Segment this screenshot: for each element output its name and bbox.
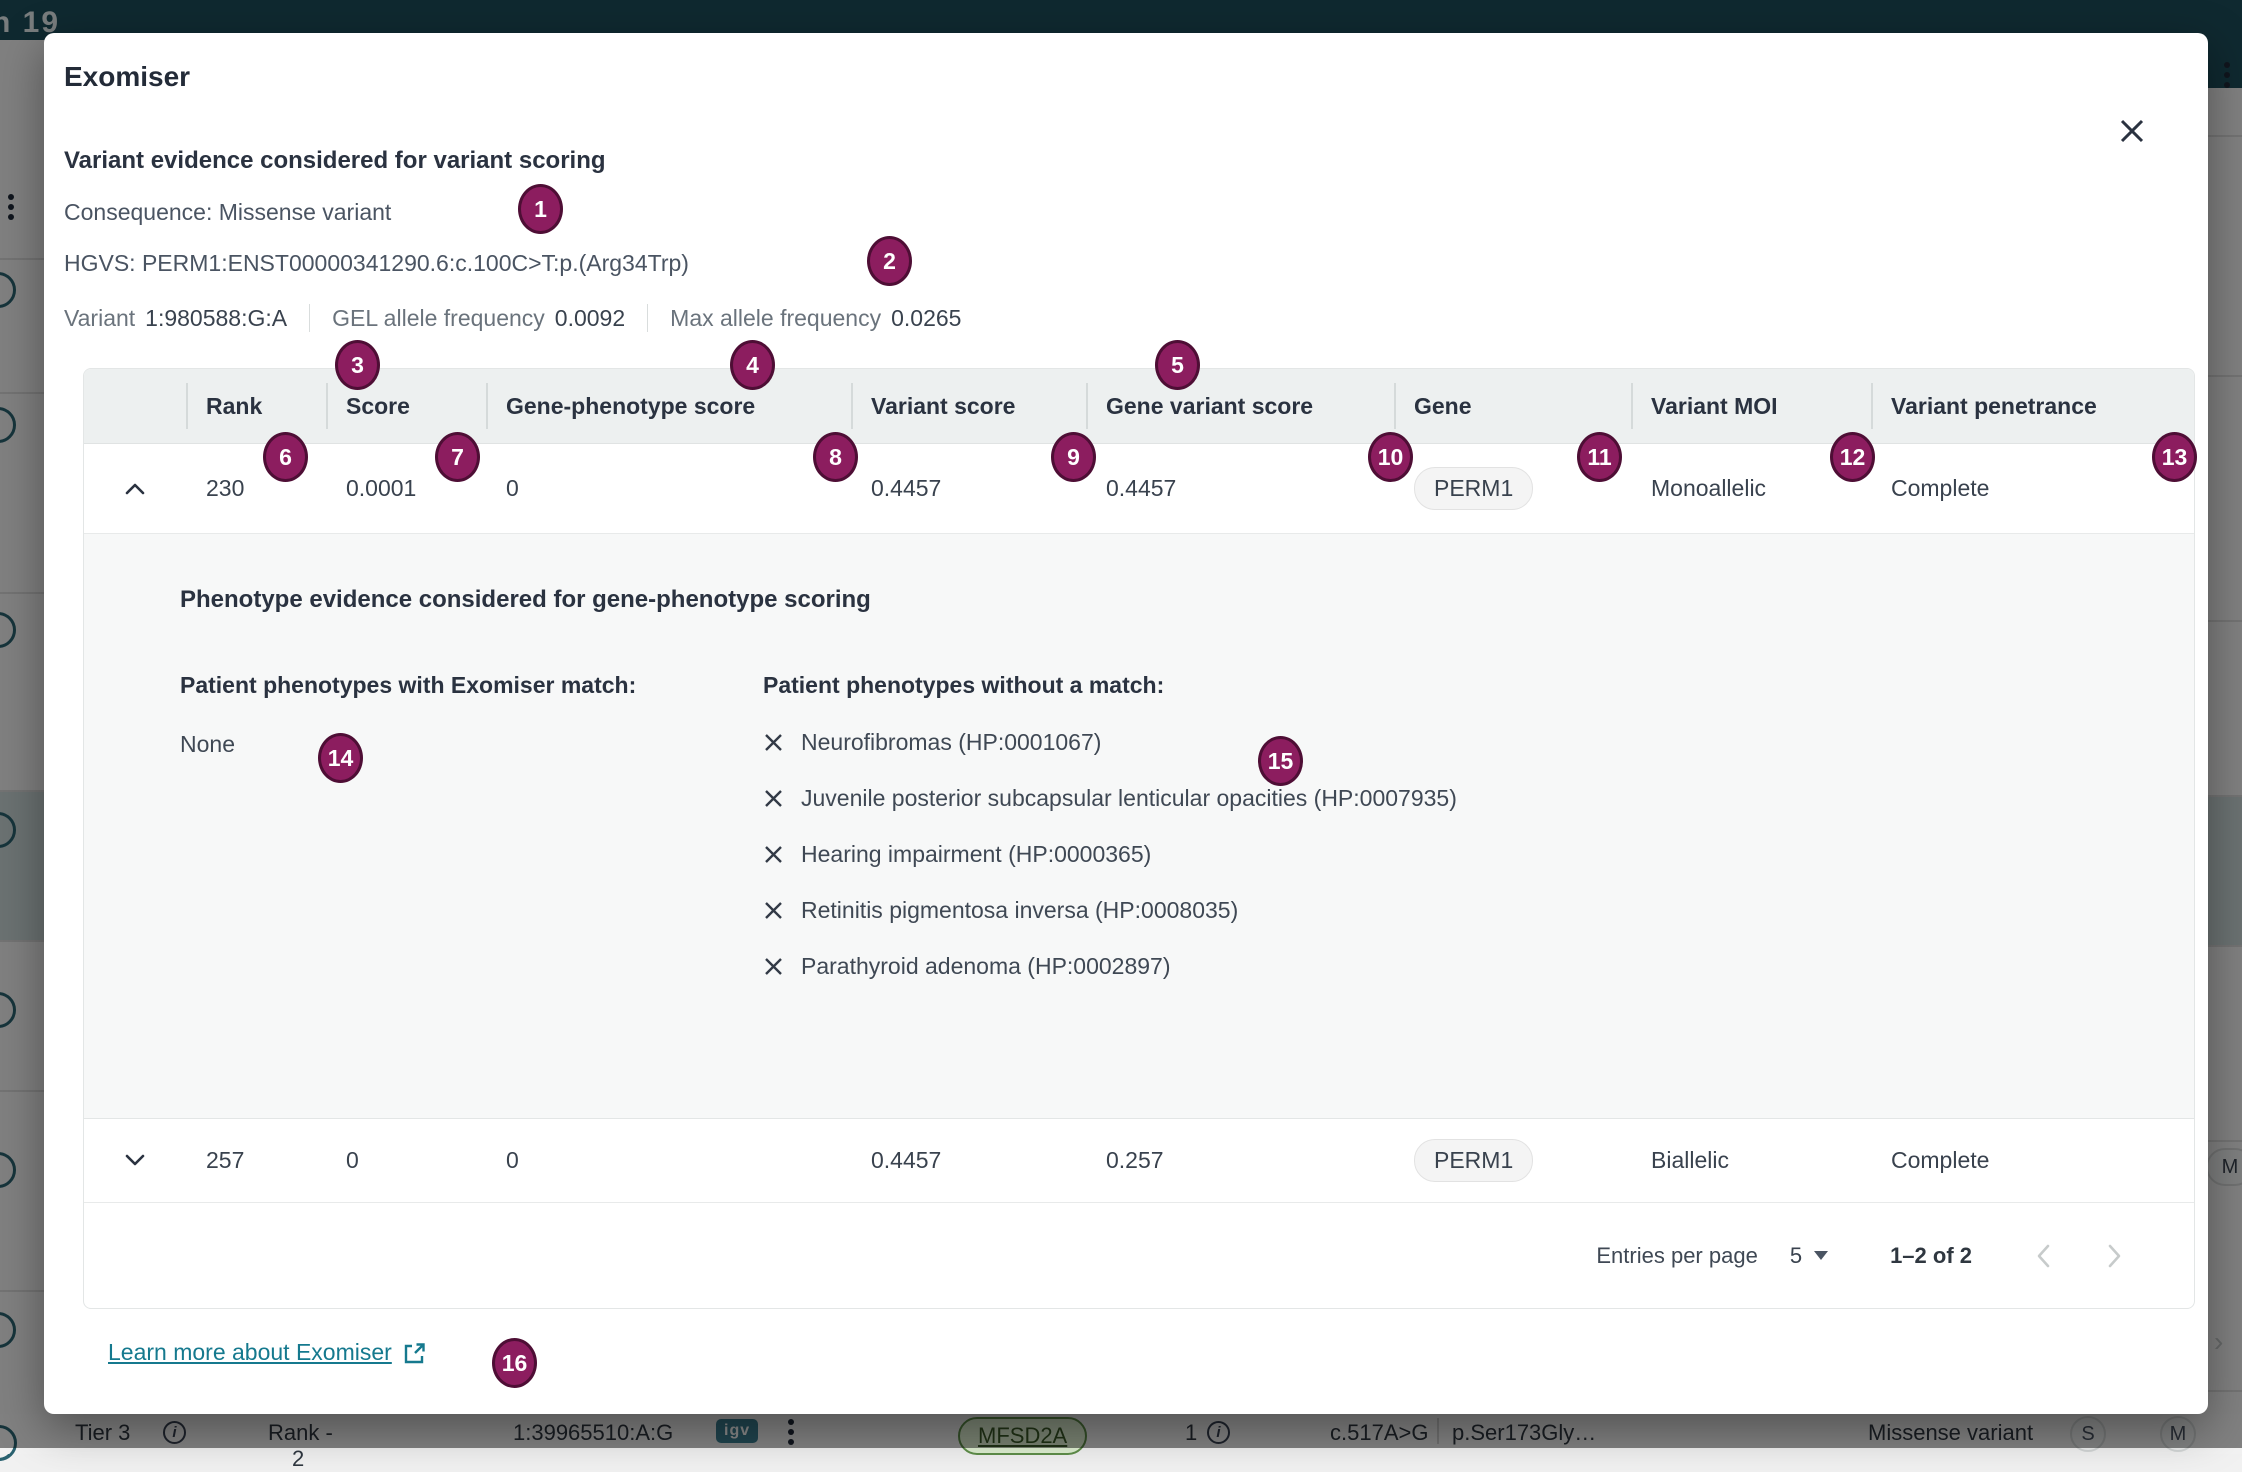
header-expander-column <box>84 369 186 443</box>
entries-per-page-value: 5 <box>1790 1243 1802 1269</box>
header-variant-penetrance: Variant penetrance <box>1871 369 2195 443</box>
annotation-badge-6: 6 <box>263 432 308 482</box>
annotation-badge-15: 15 <box>1258 736 1303 786</box>
divider <box>647 304 648 332</box>
external-link-icon <box>402 1341 426 1365</box>
variant-value: 1:980588:G:A <box>145 305 287 332</box>
gel-frequency-value: 0.0092 <box>555 305 625 332</box>
phenotype-item: Juvenile posterior subcapsular lenticula… <box>763 783 1457 813</box>
annotation-badge-13: 13 <box>2152 432 2197 482</box>
table-header-row: Rank Score Gene-phenotype score Variant … <box>84 369 2194 444</box>
max-frequency-value: 0.0265 <box>891 305 961 332</box>
cell-variant-moi: Biallelic <box>1631 1119 1871 1202</box>
header-rank: Rank <box>186 369 326 443</box>
phenotypes-without-match-heading: Patient phenotypes without a match: <box>763 672 1457 699</box>
phenotype-evidence-heading: Phenotype evidence considered for gene-p… <box>180 586 2194 614</box>
learn-more-link[interactable]: Learn more about Exomiser <box>108 1339 426 1366</box>
phenotype-item-label: Juvenile posterior subcapsular lenticula… <box>801 785 1457 812</box>
annotation-badge-14: 14 <box>318 733 363 783</box>
cell-gene-variant-score: 0.4457 <box>1086 444 1394 533</box>
annotation-badge-7: 7 <box>435 432 480 482</box>
annotation-badge-9: 9 <box>1051 432 1096 482</box>
hgvs-line: HGVS: PERM1:ENST00000341290.6:c.100C>T:p… <box>64 250 2188 277</box>
entries-per-page-select[interactable]: 5 <box>1790 1243 1828 1269</box>
annotation-badge-2: 2 <box>867 236 912 286</box>
header-gene-phenotype-score: Gene-phenotype score <box>486 369 851 443</box>
phenotype-item: Parathyroid adenoma (HP:0002897) <box>763 951 1457 981</box>
collapse-row-button[interactable] <box>84 444 186 533</box>
header-variant-moi: Variant MOI <box>1631 369 1871 443</box>
previous-page-button[interactable] <box>2036 1244 2050 1268</box>
cell-gene-phenotype-score: 0 <box>486 444 851 533</box>
phenotypes-with-match-heading: Patient phenotypes with Exomiser match: <box>180 672 763 699</box>
x-mark-icon <box>763 844 784 865</box>
header-variant-score: Variant score <box>851 369 1086 443</box>
annotation-badge-11: 11 <box>1577 432 1622 482</box>
cell-score: 0 <box>326 1119 486 1202</box>
gene-chip[interactable]: PERM1 <box>1414 467 1533 510</box>
phenotype-evidence-panel: Phenotype evidence considered for gene-p… <box>84 534 2194 1119</box>
x-mark-icon <box>763 788 784 809</box>
phenotype-item-label: Neurofibromas (HP:0001067) <box>801 729 1101 756</box>
annotation-badge-3: 3 <box>335 340 380 390</box>
variant-meta-line: Variant 1:980588:G:A GEL allele frequenc… <box>64 304 2188 332</box>
next-page-button[interactable] <box>2108 1244 2122 1268</box>
hgvs-value: PERM1:ENST00000341290.6:c.100C>T:p.(Arg3… <box>142 250 689 276</box>
rank-value: 2 <box>292 1446 304 1472</box>
chevron-down-icon <box>125 1154 145 1167</box>
annotation-badge-12: 12 <box>1830 432 1875 482</box>
x-mark-icon <box>763 732 784 753</box>
consequence-line: Consequence: Missense variant <box>64 199 2188 226</box>
annotation-badge-16: 16 <box>492 1338 537 1388</box>
table-row: 230 0.0001 0 0.4457 0.4457 PERM1 Monoall… <box>84 444 2194 534</box>
entries-per-page-label: Entries per page <box>1596 1243 1757 1269</box>
header-gene-variant-score: Gene variant score <box>1086 369 1394 443</box>
phenotype-item-label: Parathyroid adenoma (HP:0002897) <box>801 953 1171 980</box>
variant-label: Variant <box>64 305 135 332</box>
gene-chip[interactable]: PERM1 <box>1414 1139 1533 1182</box>
exomiser-scores-table: Rank Score Gene-phenotype score Variant … <box>83 368 2195 1309</box>
x-mark-icon <box>763 956 784 977</box>
max-frequency-label: Max allele frequency <box>670 305 881 332</box>
close-icon <box>2117 116 2147 146</box>
table-row: 257 0 0 0.4457 0.257 PERM1 Biallelic Com… <box>84 1119 2194 1203</box>
cell-variant-score: 0.4457 <box>851 1119 1086 1202</box>
phenotype-item: Retinitis pigmentosa inversa (HP:0008035… <box>763 895 1457 925</box>
close-button[interactable] <box>2114 113 2150 149</box>
phenotype-item-label: Retinitis pigmentosa inversa (HP:0008035… <box>801 897 1238 924</box>
exomiser-dialog: Exomiser Variant evidence considered for… <box>44 33 2208 1414</box>
dialog-title: Exomiser <box>64 61 2188 93</box>
consequence-value: Missense variant <box>219 199 392 225</box>
table-pagination: Entries per page 5 1–2 of 2 <box>84 1203 2194 1308</box>
annotation-badge-4: 4 <box>730 340 775 390</box>
phenotype-item: Neurofibromas (HP:0001067) <box>763 727 1457 757</box>
phenotypes-without-match-list: Neurofibromas (HP:0001067) Juvenile post… <box>763 727 1457 981</box>
expand-row-button[interactable] <box>84 1119 186 1202</box>
annotation-badge-8: 8 <box>813 432 858 482</box>
annotation-badge-10: 10 <box>1368 432 1413 482</box>
cell-variant-penetrance: Complete <box>1871 1119 2195 1202</box>
pagination-range: 1–2 of 2 <box>1890 1243 1972 1269</box>
consequence-label: Consequence: <box>64 199 212 225</box>
variant-evidence-heading: Variant evidence considered for variant … <box>64 147 2188 175</box>
gel-frequency-label: GEL allele frequency <box>332 305 545 332</box>
annotation-badge-1: 1 <box>518 184 563 234</box>
cell-variant-penetrance: Complete <box>1871 444 2195 533</box>
cell-rank: 257 <box>186 1119 326 1202</box>
learn-more-label: Learn more about Exomiser <box>108 1339 392 1366</box>
divider <box>309 304 310 332</box>
hgvs-label: HGVS: <box>64 250 136 276</box>
phenotype-item: Hearing impairment (HP:0000365) <box>763 839 1457 869</box>
x-mark-icon <box>763 900 784 921</box>
cell-gene-variant-score: 0.257 <box>1086 1119 1394 1202</box>
cell-gene-phenotype-score: 0 <box>486 1119 851 1202</box>
caret-down-icon <box>1814 1251 1828 1260</box>
chevron-up-icon <box>125 482 145 495</box>
annotation-badge-5: 5 <box>1155 340 1200 390</box>
phenotypes-with-match-value: None <box>180 731 763 758</box>
phenotype-item-label: Hearing impairment (HP:0000365) <box>801 841 1151 868</box>
